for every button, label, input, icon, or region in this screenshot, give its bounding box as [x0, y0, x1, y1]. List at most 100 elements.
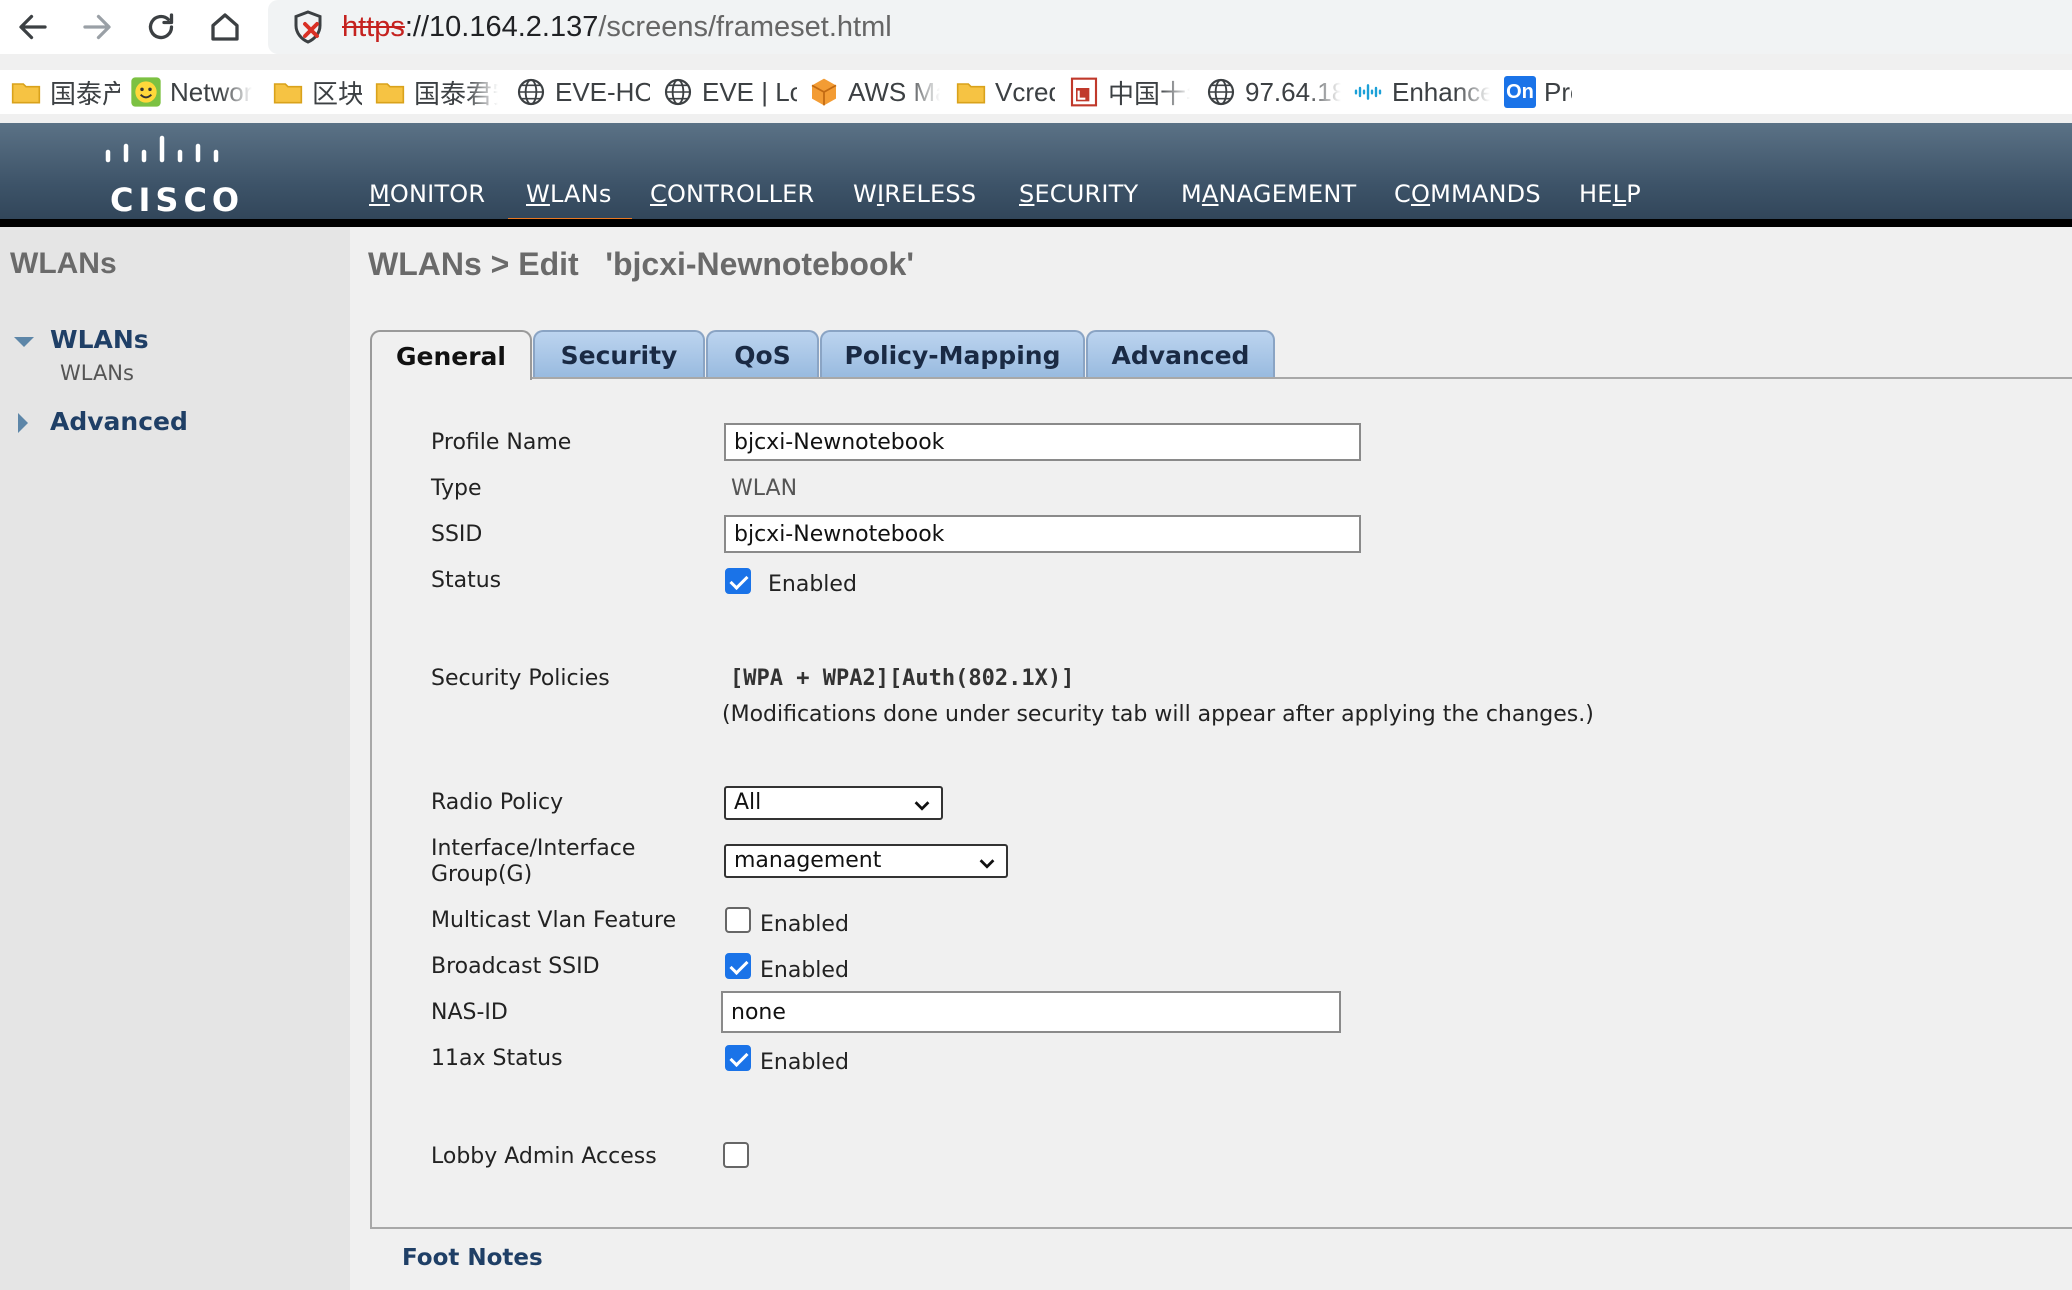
tab-policy-mapping[interactable]: Policy-Mapping — [820, 330, 1085, 378]
11ax-status-enabled-label: Enabled — [760, 1050, 849, 1075]
menu-accesskey-letter: O — [1410, 180, 1431, 208]
11ax-status-checkbox[interactable] — [725, 1045, 751, 1071]
broadcast-ssid-enabled-label: Enabled — [760, 958, 849, 983]
expand-right-arrow-icon[interactable] — [18, 413, 28, 433]
profile-name-input[interactable] — [724, 423, 1361, 461]
nas-id-input[interactable] — [721, 991, 1341, 1033]
menu-accesskey-letter: C — [650, 180, 667, 208]
lobby-admin-checkbox[interactable] — [723, 1142, 749, 1168]
menu-security[interactable]: SECURITY — [1019, 180, 1138, 208]
ssid-input[interactable] — [724, 515, 1361, 553]
on-badge-icon: On — [1504, 76, 1536, 108]
bookmark-12[interactable]: On Pro — [1504, 70, 1572, 114]
not-secure-shield-icon[interactable] — [290, 9, 326, 45]
smiley-icon — [130, 76, 162, 108]
cisco-logo[interactable]: CISCO — [96, 135, 246, 219]
url-text: https://10.164.2.137/screens/frameset.ht… — [342, 9, 892, 45]
back-button[interactable] — [10, 4, 56, 50]
menu-label-part: C — [1394, 180, 1411, 208]
bookmark-label: Enhanced T — [1392, 76, 1490, 107]
sidebar-item-advanced[interactable]: Advanced — [50, 407, 188, 436]
bookmark-8[interactable]: Vcredit — [955, 70, 1055, 114]
multicast-vlan-checkbox[interactable] — [725, 907, 751, 933]
menu-controller[interactable]: CONTROLLER — [650, 180, 814, 208]
menu-accesskey-letter: W — [526, 180, 550, 208]
bookmark-label: Networkin — [170, 76, 252, 107]
sidebar-item-wlans[interactable]: WLANs — [50, 325, 149, 354]
menu-wlans[interactable]: WLANs — [526, 180, 612, 208]
menu-management[interactable]: MANAGEMENT — [1181, 180, 1356, 208]
status-enabled-label: Enabled — [768, 572, 857, 597]
globe-icon — [1205, 76, 1237, 108]
menu-label-part: NAGEMENT — [1218, 180, 1357, 208]
status-label: Status — [431, 568, 502, 593]
bookmark-5[interactable]: EVE-HOME — [515, 70, 650, 114]
bookmark-6[interactable]: EVE | Login — [662, 70, 797, 114]
bookmark-7[interactable]: AWS Mana — [808, 70, 940, 114]
type-label: Type — [431, 476, 482, 501]
menu-accesskey-letter: M — [369, 180, 390, 208]
radio-policy-label: Radio Policy — [431, 790, 564, 815]
interface-group-select[interactable]: management — [724, 844, 1008, 878]
wlc-header: CISCO MONITOR WLANs CONTROLLER WIRELESS SECU… — [0, 123, 2072, 227]
menu-accesskey-letter: L — [1612, 180, 1627, 208]
bookmark-label: 国泰产险 — [50, 78, 120, 109]
broadcast-ssid-checkbox[interactable] — [725, 953, 751, 979]
menu-monitor[interactable]: MONITOR — [369, 180, 485, 208]
bookmark-label: 区块链 — [312, 78, 362, 109]
radio-policy-select[interactable]: All — [724, 786, 943, 820]
bookmark-9[interactable]: 中国十年期 — [1068, 70, 1190, 114]
menu-wireless[interactable]: WIRELESS — [853, 180, 976, 208]
sidebar-subitem-wlans[interactable]: WLANs — [60, 361, 134, 385]
forward-button[interactable] — [74, 4, 120, 50]
11ax-status-label: 11ax Status — [431, 1046, 563, 1071]
cisco-wordmark: CISCO — [110, 181, 245, 219]
expand-down-arrow-icon[interactable] — [14, 337, 34, 347]
menu-label-part: RELESS — [884, 180, 977, 208]
aws-cube-icon — [808, 76, 840, 108]
tab-advanced[interactable]: Advanced — [1086, 330, 1275, 378]
security-policies-label: Security Policies — [431, 666, 610, 691]
bookmark-3[interactable]: 区块链 — [272, 70, 362, 114]
menu-label-part: LANs — [549, 180, 612, 208]
browser-toolbar: https://10.164.2.137/screens/frameset.ht… — [0, 0, 2072, 54]
bookmark-4[interactable]: 国泰君安期 — [374, 70, 498, 114]
bookmark-2[interactable]: Networkin — [130, 70, 252, 114]
address-bar[interactable]: https://10.164.2.137/screens/frameset.ht… — [268, 0, 2072, 54]
chevron-down-icon — [914, 801, 930, 811]
nas-id-label: NAS-ID — [431, 1000, 508, 1025]
general-form-panel — [370, 377, 2072, 1229]
active-menu-indicator — [508, 218, 632, 227]
multicast-vlan-label: Multicast Vlan Feature — [431, 908, 677, 933]
tab-general[interactable]: General — [370, 330, 532, 380]
page-title: WLANs > Edit 'bjcxi-Newnotebook' — [368, 246, 914, 282]
bookmark-label: 国泰君安期 — [414, 78, 498, 109]
profile-name-label: Profile Name — [431, 430, 572, 455]
interface-group-label-line1: Interface/Interface — [431, 836, 636, 861]
bookmark-label: EVE-HOME — [555, 76, 650, 107]
bookmark-11[interactable]: Enhanced T — [1352, 70, 1490, 114]
status-checkbox[interactable] — [725, 568, 751, 594]
home-button[interactable] — [202, 4, 248, 50]
menu-label-part: ONTROLLER — [666, 180, 815, 208]
tab-qos[interactable]: QoS — [706, 330, 819, 378]
reload-button[interactable] — [138, 4, 184, 50]
back-arrow-icon — [19, 14, 47, 40]
bookmark-label: 97.64.18.21 — [1245, 76, 1341, 107]
ssid-label: SSID — [431, 522, 483, 547]
menu-help[interactable]: HELP — [1579, 180, 1641, 208]
home-icon — [211, 13, 239, 41]
radio-policy-value: All — [734, 790, 762, 815]
folder-icon — [10, 76, 42, 108]
chevron-down-icon — [979, 859, 995, 869]
menu-label-part: M — [1181, 180, 1202, 208]
menu-label-part: ECURITY — [1034, 180, 1139, 208]
bookmark-1[interactable]: 国泰产险 — [10, 70, 120, 114]
folder-icon — [955, 76, 987, 108]
interface-group-label: Interface/Interface Group(G) — [431, 836, 635, 888]
tab-security[interactable]: Security — [533, 330, 705, 378]
sidebar-title: WLANs — [10, 247, 117, 280]
security-policies-value: [WPA + WPA2][Auth(802.1X)] — [730, 666, 1075, 691]
menu-commands[interactable]: COMMANDS — [1394, 180, 1541, 208]
bookmark-10[interactable]: 97.64.18.21 — [1205, 70, 1341, 114]
